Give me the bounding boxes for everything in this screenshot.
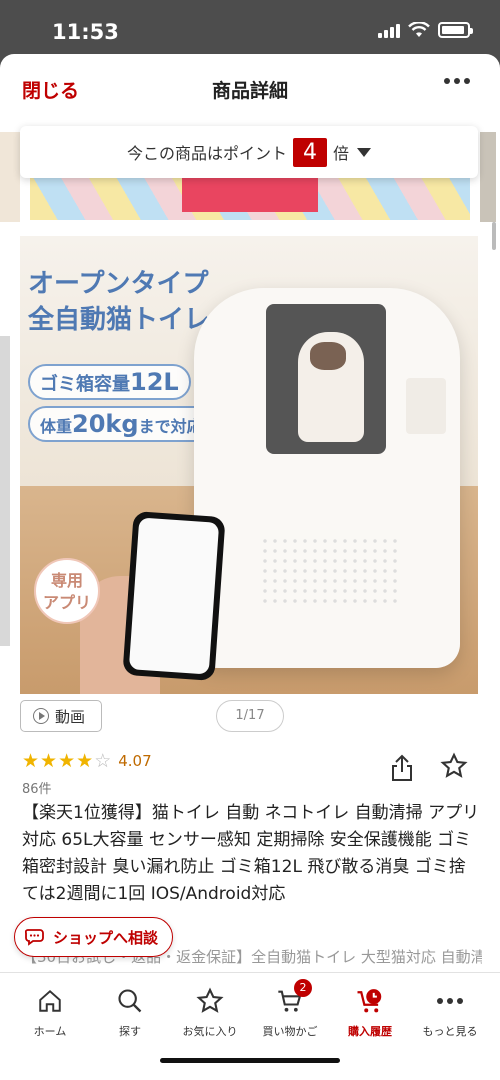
image-headline: オープンタイプ 全自動猫トイレ <box>28 266 210 338</box>
battery-icon <box>438 22 473 38</box>
product-detail-sheet: 閉じる 商品詳細 今この商品はポイント 4 倍 オープンタイプ 全自動猫トイレ … <box>0 54 500 1080</box>
tab-more[interactable]: もっと見る <box>408 985 492 1039</box>
feature2-value: 20kg <box>72 410 139 438</box>
shop-consult-button[interactable]: ショップへ相談 <box>14 917 174 957</box>
points-suffix: 倍 <box>333 144 350 163</box>
feature-pill-weight: 体重20kgまで対応 <box>28 406 215 442</box>
app-badge: 専用 アプリ <box>34 558 100 624</box>
history-icon <box>357 989 382 1013</box>
app-badge-line1: 専用 <box>50 571 83 590</box>
play-icon <box>33 708 49 724</box>
review-count[interactable]: 86件 <box>22 778 52 797</box>
feature1-prefix: ゴミ箱容量 <box>40 374 130 395</box>
video-label: 動画 <box>55 707 86 726</box>
screen: 11:53 閉じる 商品詳細 今この商品はポイント 4 倍 オープンタイプ 全自… <box>0 0 500 1080</box>
tab-cart[interactable]: 2 買い物かご <box>248 979 332 1039</box>
carousel-peek-right <box>480 132 496 222</box>
smartphone-illustration <box>122 510 226 682</box>
feature2-suffix: まで対応 <box>138 417 203 436</box>
page-title: 商品詳細 <box>211 80 288 102</box>
tab-home[interactable]: ホーム <box>8 985 92 1039</box>
feature1-value: 12L <box>130 368 179 396</box>
image-headline-line2: 全自動猫トイレ <box>28 305 211 335</box>
share-icon[interactable] <box>390 754 414 782</box>
shop-consult-label: ショップへ相談 <box>53 928 159 947</box>
points-popup[interactable]: 今この商品はポイント 4 倍 <box>20 126 478 178</box>
tab-search[interactable]: 探す <box>88 985 172 1039</box>
nav-bar: 閉じる 商品詳細 <box>0 54 500 122</box>
tab-home-label: ホーム <box>33 1025 67 1038</box>
campaign-banner-highlight <box>182 172 318 212</box>
search-icon <box>118 989 142 1013</box>
rating-row[interactable]: ★★★★☆ 4.07 <box>22 750 152 772</box>
star-empty-icon: ☆ <box>94 750 113 772</box>
cellular-signal-icon <box>378 22 400 38</box>
product-title: 【楽天1位獲得】猫トイレ 自動 ネコトイレ 自動清掃 アプリ対応 65L大容量 … <box>22 803 480 904</box>
tab-search-label: 探す <box>119 1025 141 1038</box>
image-page-indicator: 1/17 <box>216 700 284 732</box>
cart-count-badge: 2 <box>294 979 312 997</box>
app-badge-line2: アプリ <box>42 593 91 612</box>
tab-favorites-label: お気に入り <box>182 1025 238 1038</box>
home-icon <box>39 989 61 1012</box>
tab-cart-label: 買い物かご <box>262 1025 318 1038</box>
feature-pill-capacity: ゴミ箱容量12L <box>28 364 191 400</box>
points-multiplier: 4 <box>293 137 327 167</box>
star-filled-icon: ★ <box>40 750 59 772</box>
vent-illustration <box>260 536 400 606</box>
litter-box-illustration <box>194 288 460 668</box>
home-indicator[interactable] <box>160 1058 340 1063</box>
tab-purchase-history[interactable]: 購入履歴 <box>328 985 412 1039</box>
more-options-icon[interactable] <box>444 78 470 84</box>
product-image[interactable]: オープンタイプ 全自動猫トイレ ゴミ箱容量12L 体重20kgまで対応 専用 ア… <box>20 236 478 694</box>
cat-face-illustration <box>310 342 346 370</box>
status-time: 11:53 <box>52 20 119 44</box>
rating-value: 4.07 <box>118 752 152 770</box>
tab-more-label: もっと見る <box>422 1025 478 1038</box>
edge-shadow <box>0 336 10 646</box>
points-prefix: 今この商品はポイント <box>126 144 287 163</box>
image-headline-line1: オープンタイプ <box>28 269 209 299</box>
feature2-prefix: 体重 <box>40 417 73 436</box>
star-icon <box>196 987 224 1013</box>
favorite-star-icon[interactable] <box>440 752 468 780</box>
status-bar: 11:53 <box>0 0 500 56</box>
video-button[interactable]: 動画 <box>20 700 102 732</box>
tab-purchase-history-label: 購入履歴 <box>348 1025 392 1038</box>
wifi-icon <box>408 22 430 37</box>
star-filled-icon: ★ <box>22 750 41 772</box>
tab-favorites[interactable]: お気に入り <box>168 985 252 1039</box>
bottom-tab-bar: ホーム 探す お気に入り 2 買い物かご 購入履歴 もっと見る <box>0 972 500 1080</box>
more-icon <box>437 998 463 1004</box>
rating-stars: ★★★★☆ <box>22 750 112 772</box>
scrollbar-thumb[interactable] <box>492 222 496 250</box>
star-filled-icon: ★ <box>76 750 95 772</box>
star-filled-icon: ★ <box>58 750 77 772</box>
control-panel-illustration <box>406 378 446 434</box>
status-icons <box>378 22 473 38</box>
caret-down-icon <box>357 147 372 157</box>
chat-icon <box>25 929 44 946</box>
carousel-peek-left <box>0 132 20 222</box>
